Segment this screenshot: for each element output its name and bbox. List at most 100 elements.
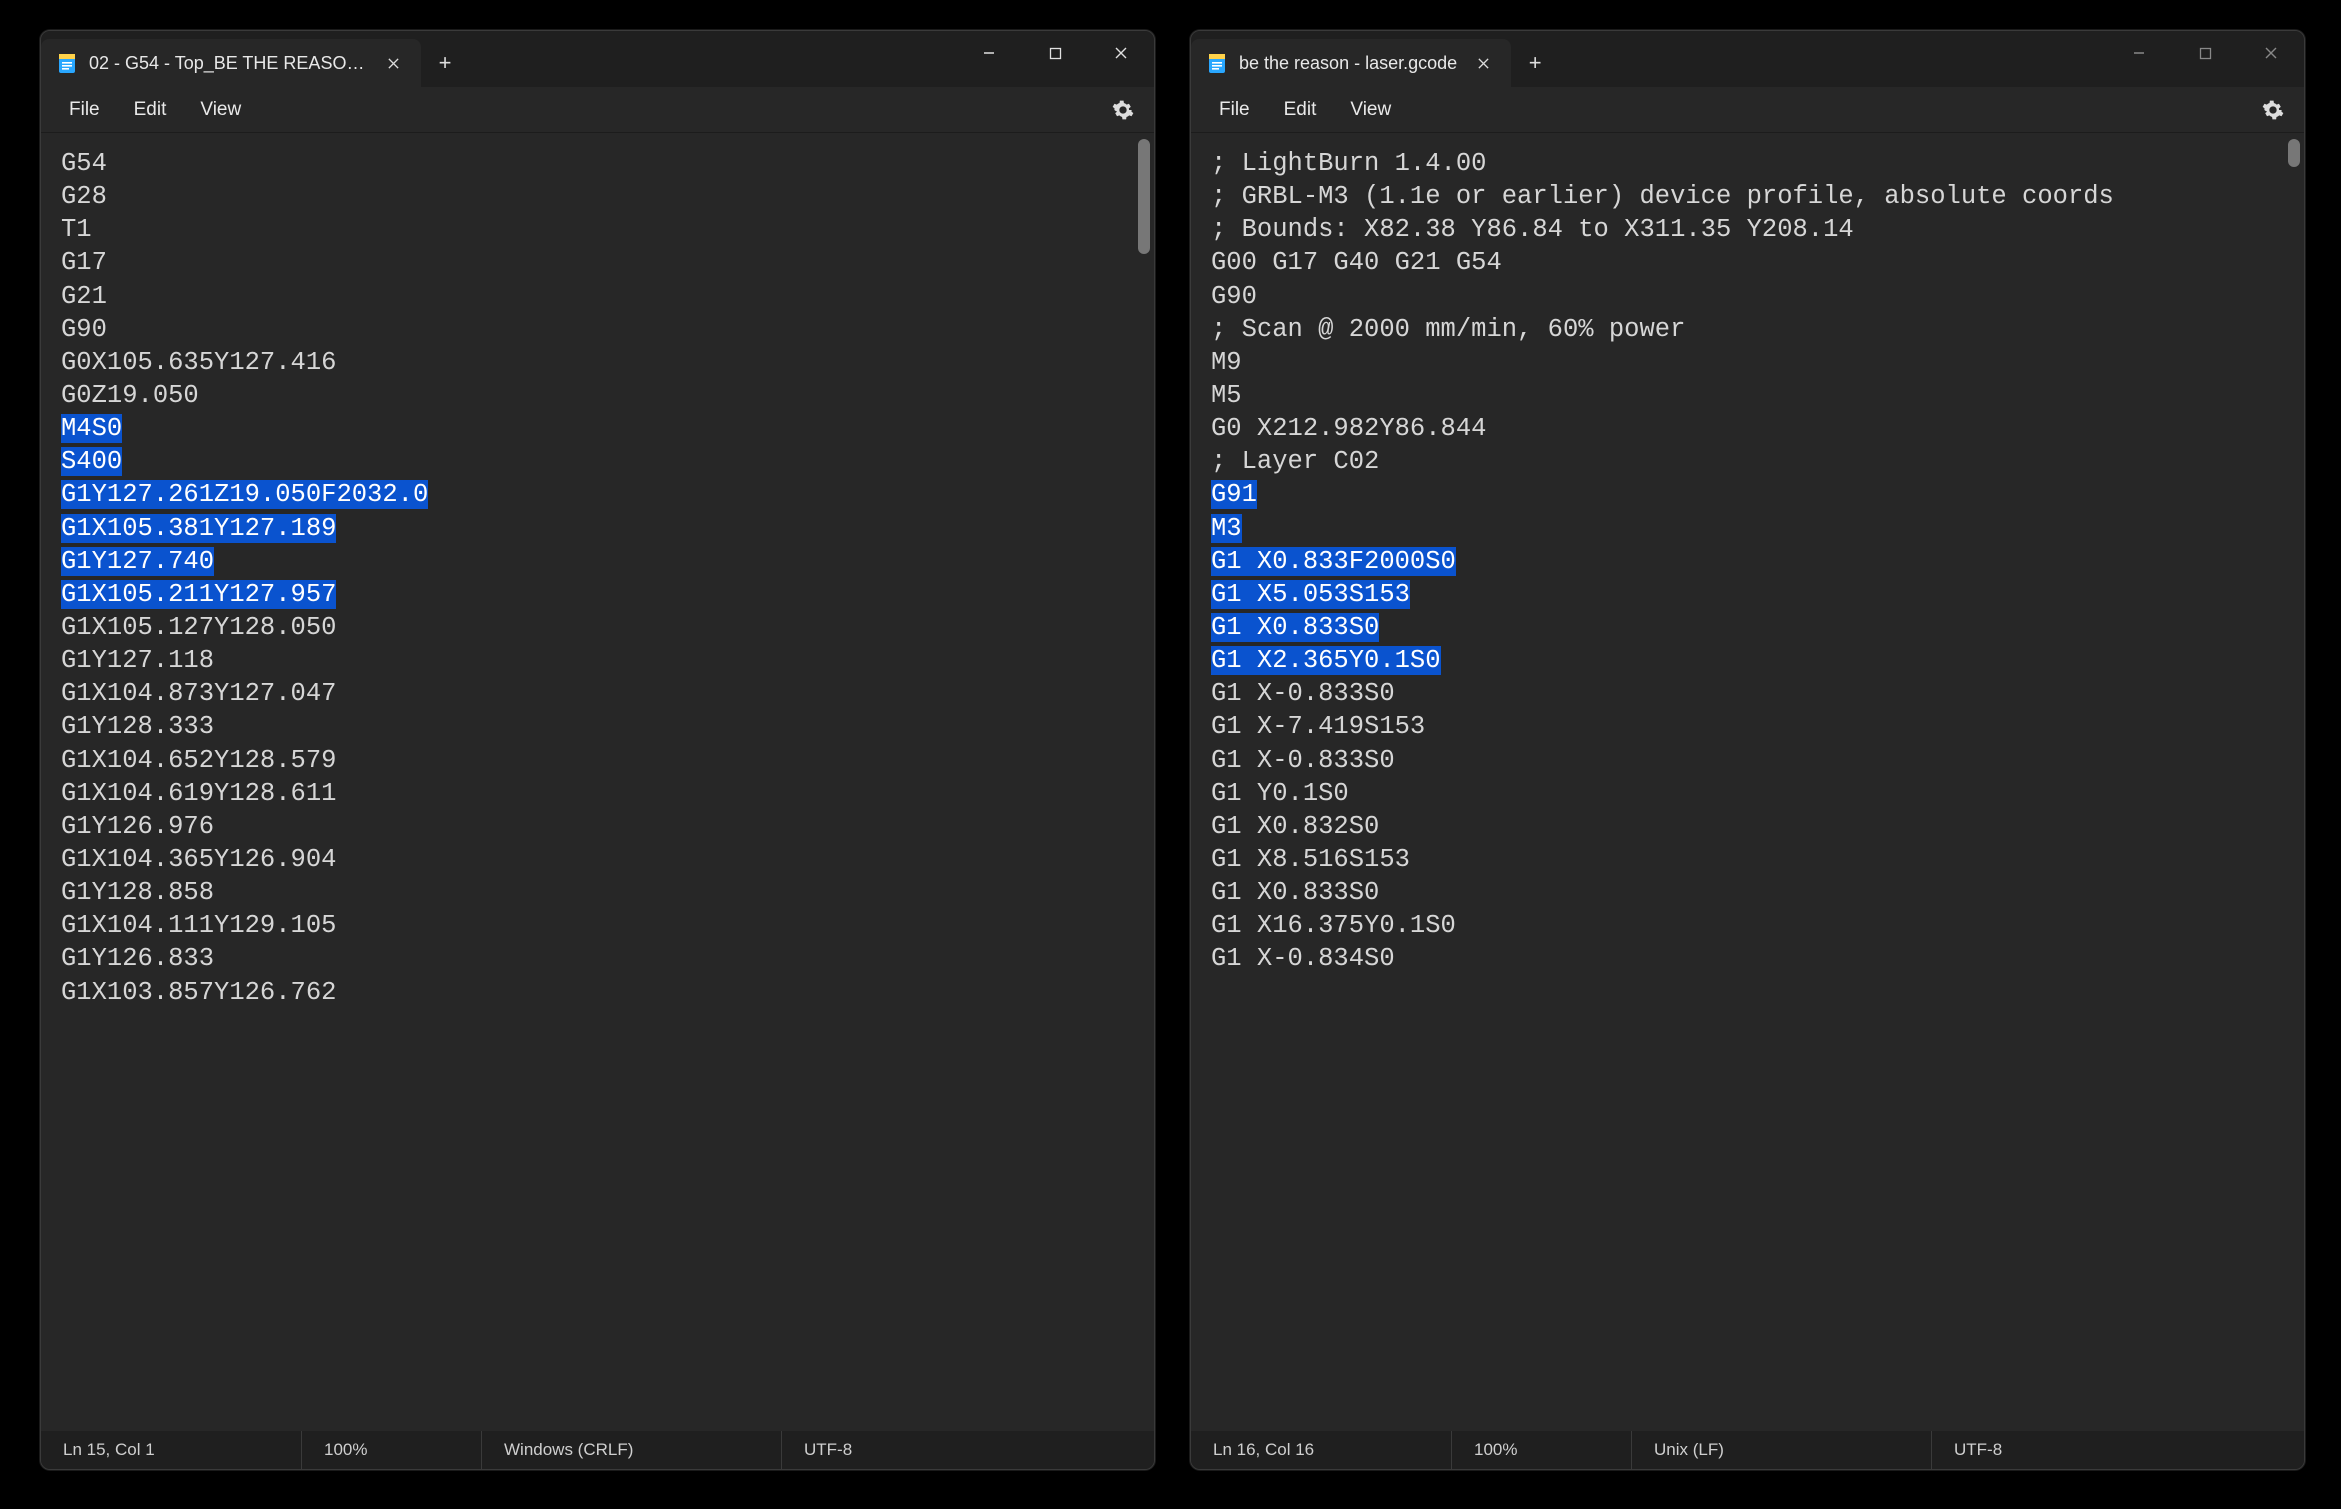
code-line[interactable]: G1X105.127Y128.050 xyxy=(61,611,1154,644)
status-zoom-level[interactable]: 100% xyxy=(301,1431,481,1469)
close-window-button[interactable] xyxy=(1088,31,1154,75)
editor-area[interactable]: G54G28T1G17G21G90G0X105.635Y127.416G0Z19… xyxy=(41,133,1154,1431)
code-line[interactable]: G0X105.635Y127.416 xyxy=(61,346,1154,379)
code-line[interactable]: G1Y126.976 xyxy=(61,810,1154,843)
menu-edit[interactable]: Edit xyxy=(120,93,181,127)
code-line[interactable]: G28 xyxy=(61,180,1154,213)
status-encoding[interactable]: UTF-8 xyxy=(1931,1431,2131,1469)
code-line[interactable]: G1Y126.833 xyxy=(61,942,1154,975)
code-line[interactable]: G1 X0.833S0 xyxy=(1211,611,2280,644)
minimize-button[interactable] xyxy=(956,31,1022,75)
code-line[interactable]: G1Y127.740 xyxy=(61,545,1154,578)
editor-text[interactable]: G54G28T1G17G21G90G0X105.635Y127.416G0Z19… xyxy=(41,133,1154,1431)
code-line[interactable]: M4S0 xyxy=(61,412,1154,445)
code-line[interactable]: G21 xyxy=(61,280,1154,313)
close-tab-button[interactable] xyxy=(1469,49,1497,77)
code-line[interactable]: G1 X0.833F2000S0 xyxy=(1211,545,2280,578)
close-tab-button[interactable] xyxy=(379,49,407,77)
settings-button[interactable] xyxy=(2256,93,2290,127)
code-line[interactable]: ; LightBurn 1.4.00 xyxy=(1211,147,2280,180)
code-line[interactable]: G1X104.619Y128.611 xyxy=(61,777,1154,810)
code-line[interactable]: G1X105.211Y127.957 xyxy=(61,578,1154,611)
code-line[interactable]: G1 X5.053S153 xyxy=(1211,578,2280,611)
selected-text[interactable]: M4S0 xyxy=(61,414,122,443)
code-line[interactable]: G00 G17 G40 G21 G54 xyxy=(1211,246,2280,279)
selected-text[interactable]: M3 xyxy=(1211,514,1242,543)
new-tab-button[interactable]: + xyxy=(1511,39,1559,87)
code-line[interactable]: G1X105.381Y127.189 xyxy=(61,512,1154,545)
code-line[interactable]: G1 Y0.1S0 xyxy=(1211,777,2280,810)
code-line[interactable]: G1 X0.833S0 xyxy=(1211,876,2280,909)
selected-text[interactable]: G91 xyxy=(1211,480,1257,509)
code-line[interactable]: ; Layer C02 xyxy=(1211,445,2280,478)
code-line[interactable]: G1X104.873Y127.047 xyxy=(61,677,1154,710)
code-line[interactable]: G17 xyxy=(61,246,1154,279)
code-line[interactable]: M3 xyxy=(1211,512,2280,545)
status-line-ending[interactable]: Unix (LF) xyxy=(1631,1431,1931,1469)
minimize-button[interactable] xyxy=(2106,31,2172,75)
status-encoding[interactable]: UTF-8 xyxy=(781,1431,981,1469)
code-line[interactable]: G0 X212.982Y86.844 xyxy=(1211,412,2280,445)
editor-area[interactable]: ; LightBurn 1.4.00; GRBL-M3 (1.1e or ear… xyxy=(1191,133,2304,1431)
menu-view[interactable]: View xyxy=(1336,93,1405,127)
code-line[interactable]: M5 xyxy=(1211,379,2280,412)
titlebar[interactable]: 02 - G54 - Top_BE THE REASON - l + xyxy=(41,31,1154,87)
status-cursor-position[interactable]: Ln 15, Col 1 xyxy=(41,1431,301,1469)
selected-text[interactable]: G1 X0.833F2000S0 xyxy=(1211,547,1456,576)
code-line[interactable]: ; Bounds: X82.38 Y86.84 to X311.35 Y208.… xyxy=(1211,213,2280,246)
status-zoom-level[interactable]: 100% xyxy=(1451,1431,1631,1469)
code-line[interactable]: G1 X2.365Y0.1S0 xyxy=(1211,644,2280,677)
document-tab[interactable]: be the reason - laser.gcode xyxy=(1191,39,1511,87)
titlebar[interactable]: be the reason - laser.gcode + xyxy=(1191,31,2304,87)
new-tab-button[interactable]: + xyxy=(421,39,469,87)
code-line[interactable]: G0Z19.050 xyxy=(61,379,1154,412)
code-line[interactable]: G90 xyxy=(1211,280,2280,313)
code-line[interactable]: ; Scan @ 2000 mm/min, 60% power xyxy=(1211,313,2280,346)
document-tab[interactable]: 02 - G54 - Top_BE THE REASON - l xyxy=(41,39,421,87)
code-line[interactable]: G90 xyxy=(61,313,1154,346)
menu-file[interactable]: File xyxy=(1205,93,1264,127)
code-line[interactable]: G1X103.857Y126.762 xyxy=(61,976,1154,1009)
code-line[interactable]: G1Y128.333 xyxy=(61,710,1154,743)
selected-text[interactable]: G1 X2.365Y0.1S0 xyxy=(1211,646,1441,675)
menu-view[interactable]: View xyxy=(186,93,255,127)
code-line[interactable]: G1Y127.118 xyxy=(61,644,1154,677)
code-line[interactable]: M9 xyxy=(1211,346,2280,379)
maximize-button[interactable] xyxy=(2172,31,2238,75)
code-line[interactable]: G1 X-0.833S0 xyxy=(1211,744,2280,777)
code-line[interactable]: G1X104.365Y126.904 xyxy=(61,843,1154,876)
code-line[interactable]: G1 X-7.419S153 xyxy=(1211,710,2280,743)
code-line[interactable]: G54 xyxy=(61,147,1154,180)
code-line[interactable]: G1X104.652Y128.579 xyxy=(61,744,1154,777)
code-line[interactable]: G1 X8.516S153 xyxy=(1211,843,2280,876)
status-line-ending[interactable]: Windows (CRLF) xyxy=(481,1431,781,1469)
code-line[interactable]: G1X104.111Y129.105 xyxy=(61,909,1154,942)
selected-text[interactable]: G1X105.381Y127.189 xyxy=(61,514,336,543)
settings-button[interactable] xyxy=(1106,93,1140,127)
selected-text[interactable]: G1 X5.053S153 xyxy=(1211,580,1410,609)
selected-text[interactable]: G1 X0.833S0 xyxy=(1211,613,1379,642)
selected-text[interactable]: G1X105.211Y127.957 xyxy=(61,580,336,609)
code-line[interactable]: G1Y127.261Z19.050F2032.0 xyxy=(61,478,1154,511)
code-line[interactable]: S400 xyxy=(61,445,1154,478)
close-window-button[interactable] xyxy=(2238,31,2304,75)
maximize-button[interactable] xyxy=(1022,31,1088,75)
code-line[interactable]: G1 X0.832S0 xyxy=(1211,810,2280,843)
vertical-scrollbar-thumb[interactable] xyxy=(1138,139,1150,254)
code-line[interactable]: G91 xyxy=(1211,478,2280,511)
selected-text[interactable]: S400 xyxy=(61,447,122,476)
titlebar-drag-region[interactable] xyxy=(469,31,956,87)
code-line[interactable]: T1 xyxy=(61,213,1154,246)
editor-text[interactable]: ; LightBurn 1.4.00; GRBL-M3 (1.1e or ear… xyxy=(1191,133,2304,1431)
code-line[interactable]: G1 X16.375Y0.1S0 xyxy=(1211,909,2280,942)
selected-text[interactable]: G1Y127.740 xyxy=(61,547,214,576)
menu-file[interactable]: File xyxy=(55,93,114,127)
menu-edit[interactable]: Edit xyxy=(1270,93,1331,127)
titlebar-drag-region[interactable] xyxy=(1559,31,2106,87)
code-line[interactable]: G1 X-0.833S0 xyxy=(1211,677,2280,710)
code-line[interactable]: G1Y128.858 xyxy=(61,876,1154,909)
code-line[interactable]: G1 X-0.834S0 xyxy=(1211,942,2280,975)
code-line[interactable]: ; GRBL-M3 (1.1e or earlier) device profi… xyxy=(1211,180,2280,213)
vertical-scrollbar-thumb[interactable] xyxy=(2288,139,2300,167)
status-cursor-position[interactable]: Ln 16, Col 16 xyxy=(1191,1431,1451,1469)
